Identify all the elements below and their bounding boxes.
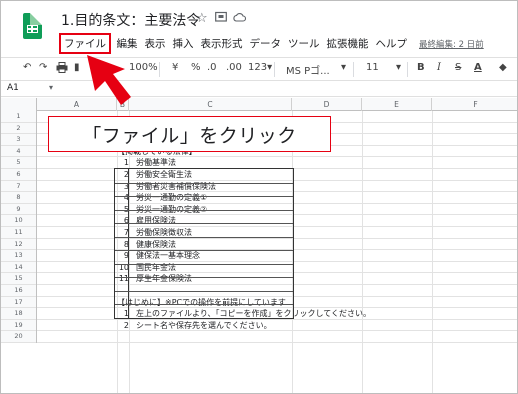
law-table-row-line [115,223,293,225]
text-color-button[interactable]: A [474,62,482,73]
toolbar-divider [274,62,275,77]
row-header[interactable]: 20 [1,331,36,343]
chevron-down-icon[interactable]: ▾ [341,62,346,73]
zoom-select[interactable]: 100% [129,62,158,73]
bold-button[interactable]: B [417,62,425,73]
cloud-icon[interactable] [233,11,247,26]
undo-icon[interactable]: ↶ [23,62,31,73]
red-arrow-icon [87,55,131,105]
law-table-row-line [115,236,293,238]
row-header[interactable]: 17 [1,297,36,309]
italic-button[interactable]: I [437,62,441,73]
row-header[interactable]: 10 [1,215,36,227]
row-header[interactable]: 14 [1,262,36,274]
currency-button[interactable]: ¥ [172,62,178,73]
law-table-border [114,168,294,319]
sheets-logo-icon[interactable] [23,13,42,39]
row-header[interactable]: 7 [1,181,36,193]
redo-icon[interactable]: ↷ [39,62,47,73]
paint-format-icon[interactable]: ▮ [74,62,80,73]
callout-text: 「ファイル」をクリック [82,124,297,147]
menu-view[interactable]: 表示 [141,36,169,51]
toolbar: ↶ ↷ ▮ 100% ¥ % .0 .00 123▾ MS Pゴ... ▾ 11… [1,57,517,81]
row-header[interactable]: 15 [1,273,36,285]
menu-file[interactable]: ファイル [59,32,111,54]
increase-decimal-button[interactable]: .00 [226,62,242,73]
law-name-cell[interactable]: 労働基準法 [136,157,176,168]
menu-data[interactable]: データ [246,36,285,51]
row-header[interactable]: 18 [1,308,36,320]
row-header[interactable]: 4 [1,146,36,158]
law-table-row-line [115,290,293,292]
row-header[interactable]: 19 [1,320,36,332]
column-headers: A B C D E F [1,98,517,111]
percent-button[interactable]: % [191,62,201,73]
menu-extensions[interactable]: 拡張機能 [323,36,372,51]
law-table-row-line [115,263,293,265]
star-icon[interactable]: ☆ [196,11,208,26]
font-size-select[interactable]: 11 [366,62,379,73]
row-header[interactable]: 1 [1,111,36,123]
formula-bar: A1 ▾ [1,82,517,97]
column-header-e[interactable]: E [362,98,432,111]
law-number-cell[interactable]: 1 [117,157,129,168]
law-table-row-line [115,250,293,252]
row-header[interactable]: 11 [1,227,36,239]
row-header[interactable]: 13 [1,250,36,262]
law-table-row-line [115,277,293,279]
step-text-cell[interactable]: シート名や保存先を選んでください。 [136,320,272,331]
column-header-c[interactable]: C [129,98,292,111]
column-header-d[interactable]: D [292,98,362,111]
law-table-row-line [115,304,293,306]
law-table-row-line [115,182,293,184]
app-window: 1.目的条文：主要法令 ☆ ファイル 編集 表示 挿入 表示形式 データ ツール… [0,0,518,394]
document-title[interactable]: 1.目的条文：主要法令 [61,10,200,30]
name-box[interactable]: A1 [7,83,19,93]
toolbar-divider [159,62,160,77]
row-header[interactable]: 8 [1,192,36,204]
law-table-row-line [115,196,293,198]
row-header[interactable]: 5 [1,157,36,169]
menu-format[interactable]: 表示形式 [197,36,246,51]
row-headers: 1 2 3 4 5 6 7 8 9 10 11 12 13 14 15 16 1… [1,111,37,343]
row-header[interactable]: 3 [1,134,36,146]
instruction-callout: 「ファイル」をクリック [48,116,331,152]
chevron-down-icon[interactable]: ▾ [396,62,401,73]
menu-tools[interactable]: ツール [285,36,324,51]
decrease-decimal-button[interactable]: .0 [207,62,217,73]
row-header[interactable]: 9 [1,204,36,216]
menu-edit[interactable]: 編集 [113,36,141,51]
menu-help[interactable]: ヘルプ [372,36,411,51]
row-header[interactable]: 12 [1,239,36,251]
column-header-f[interactable]: F [432,98,517,111]
row-header[interactable]: 2 [1,123,36,135]
last-edit-link[interactable]: 最終編集: 2 日前 [419,38,484,50]
step-number-cell[interactable]: 2 [117,320,129,331]
font-select[interactable]: MS Pゴ... [286,62,330,77]
select-all-corner[interactable] [1,98,37,111]
fill-color-icon[interactable]: ◆ [499,62,507,73]
row-header[interactable]: 16 [1,285,36,297]
toolbar-divider [353,62,354,77]
menu-bar: ファイル 編集 表示 挿入 表示形式 データ ツール 拡張機能 ヘルプ [59,32,411,54]
law-table-row-line [115,209,293,211]
menu-insert[interactable]: 挿入 [169,36,197,51]
folder-icon[interactable] [215,11,227,26]
more-formats-button[interactable]: 123▾ [248,62,272,73]
toolbar-divider [407,62,408,77]
chevron-down-icon[interactable]: ▾ [49,83,53,92]
row-header[interactable]: 6 [1,169,36,181]
strikethrough-button[interactable]: S [455,62,461,73]
print-icon[interactable] [56,62,68,76]
